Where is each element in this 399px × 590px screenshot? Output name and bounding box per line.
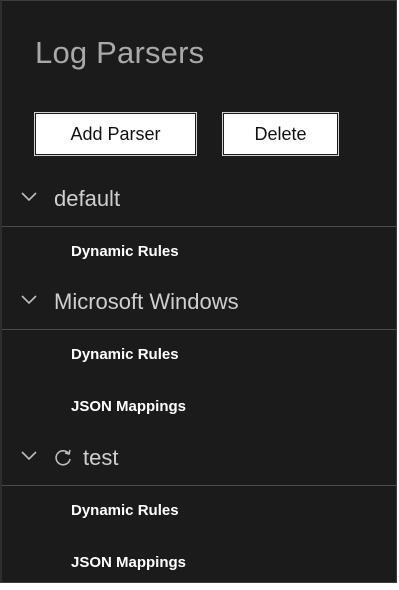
sync-icon	[55, 449, 71, 466]
rule-item-json-mappings[interactable]: JSON Mappings	[2, 382, 396, 434]
add-parser-button[interactable]: Add Parser	[34, 112, 197, 156]
delete-button[interactable]: Delete	[222, 112, 339, 156]
rule-label: Dynamic Rules	[71, 346, 179, 363]
rule-item-dynamic-rules[interactable]: Dynamic Rules	[2, 227, 396, 278]
parser-tree: default Dynamic Rules Microsoft Windows …	[2, 175, 396, 590]
chevron-down-icon[interactable]	[20, 188, 38, 206]
rule-label: Dynamic Rules	[71, 243, 179, 260]
parser-name: Microsoft Windows	[54, 289, 239, 314]
log-parsers-panel: Log Parsers Add Parser Delete default Dy…	[0, 0, 397, 583]
panel-title: Log Parsers	[35, 35, 205, 70]
parser-item-default[interactable]: default	[2, 175, 396, 227]
rule-item-dynamic-rules[interactable]: Dynamic Rules	[2, 330, 396, 382]
chevron-down-icon[interactable]	[20, 447, 38, 465]
parser-item-microsoft-windows[interactable]: Microsoft Windows	[2, 278, 396, 330]
parser-item-test[interactable]: test	[2, 434, 396, 486]
rule-label: JSON Mappings	[71, 554, 187, 571]
parser-name: test	[83, 445, 119, 470]
rule-item-json-mappings[interactable]: JSON Mappings	[2, 538, 396, 590]
rule-label: Dynamic Rules	[71, 502, 179, 519]
rule-label: JSON Mappings	[71, 398, 187, 415]
rule-item-dynamic-rules[interactable]: Dynamic Rules	[2, 486, 396, 538]
parser-name: default	[54, 186, 121, 211]
chevron-down-icon[interactable]	[20, 291, 38, 309]
